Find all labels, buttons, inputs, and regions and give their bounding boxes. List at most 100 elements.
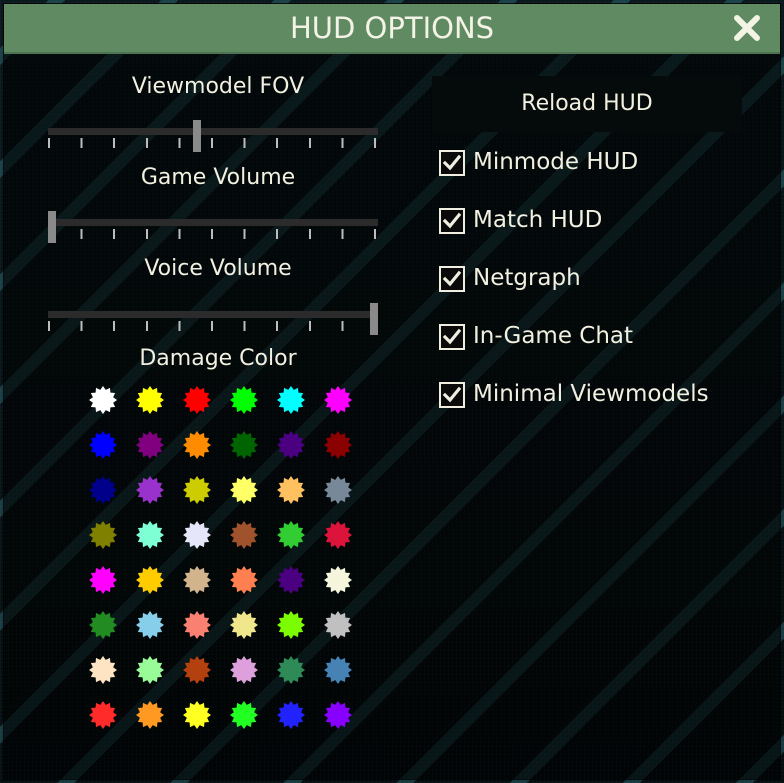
slider-track <box>48 219 378 226</box>
checkmark-icon <box>442 270 462 287</box>
starburst-icon <box>277 566 305 594</box>
color-swatch[interactable] <box>135 655 165 685</box>
color-swatch[interactable] <box>276 430 306 460</box>
checkbox-box[interactable] <box>439 208 465 234</box>
color-swatch[interactable] <box>135 565 165 595</box>
starburst-icon <box>89 611 117 639</box>
color-swatch[interactable] <box>182 700 212 730</box>
damage-color-palette <box>88 385 358 735</box>
checkmark-icon <box>442 154 462 171</box>
color-swatch[interactable] <box>88 610 118 640</box>
color-swatch[interactable] <box>88 700 118 730</box>
color-swatch[interactable] <box>229 475 259 505</box>
color-swatch[interactable] <box>276 565 306 595</box>
starburst-icon <box>230 566 258 594</box>
color-swatch[interactable] <box>88 475 118 505</box>
slider-thumb[interactable] <box>370 303 378 335</box>
color-swatch[interactable] <box>88 655 118 685</box>
starburst-icon <box>230 431 258 459</box>
color-swatch[interactable] <box>135 520 165 550</box>
voice-volume-slider[interactable] <box>48 303 378 337</box>
starburst-icon <box>230 611 258 639</box>
slider-thumb[interactable] <box>192 120 201 152</box>
starburst-icon <box>183 476 211 504</box>
checkbox-label: In-Game Chat <box>473 323 634 349</box>
color-swatch[interactable] <box>182 385 212 415</box>
slider-thumb[interactable] <box>48 211 56 243</box>
color-swatch[interactable] <box>229 385 259 415</box>
starburst-icon <box>324 386 352 414</box>
starburst-icon <box>89 566 117 594</box>
checkmark-icon <box>442 212 462 229</box>
checkmark-icon <box>442 386 462 403</box>
color-swatch[interactable] <box>323 565 353 595</box>
game-volume-slider[interactable] <box>48 211 378 245</box>
color-swatch[interactable] <box>135 475 165 505</box>
color-swatch[interactable] <box>323 385 353 415</box>
color-swatch[interactable] <box>229 430 259 460</box>
color-swatch[interactable] <box>276 655 306 685</box>
color-swatch[interactable] <box>323 610 353 640</box>
starburst-icon <box>277 611 305 639</box>
color-swatch[interactable] <box>182 610 212 640</box>
color-swatch[interactable] <box>182 475 212 505</box>
color-swatch[interactable] <box>135 385 165 415</box>
starburst-icon <box>136 476 164 504</box>
viewmodel-fov-label: Viewmodel FOV <box>131 74 305 99</box>
color-swatch[interactable] <box>182 430 212 460</box>
color-swatch[interactable] <box>182 565 212 595</box>
viewmodel-fov-slider[interactable] <box>48 120 378 154</box>
title-bar: HUD OPTIONS <box>4 4 780 54</box>
starburst-icon <box>277 701 305 729</box>
starburst-icon <box>136 701 164 729</box>
color-swatch[interactable] <box>229 700 259 730</box>
slider-track <box>48 311 378 318</box>
slider-track <box>48 128 378 135</box>
starburst-icon <box>183 656 211 684</box>
color-swatch[interactable] <box>135 610 165 640</box>
color-swatch[interactable] <box>229 610 259 640</box>
color-swatch[interactable] <box>88 430 118 460</box>
color-swatch[interactable] <box>276 520 306 550</box>
starburst-icon <box>136 386 164 414</box>
checkbox-box[interactable] <box>439 324 465 350</box>
checkbox-label: Match HUD <box>473 207 603 233</box>
color-swatch[interactable] <box>88 385 118 415</box>
starburst-icon <box>183 566 211 594</box>
reload-hud-button[interactable]: Reload HUD <box>432 76 742 132</box>
color-swatch[interactable] <box>323 655 353 685</box>
color-swatch[interactable] <box>229 565 259 595</box>
color-swatch[interactable] <box>229 520 259 550</box>
close-icon[interactable] <box>732 13 762 43</box>
color-swatch[interactable] <box>182 655 212 685</box>
starburst-icon <box>324 476 352 504</box>
starburst-icon <box>89 701 117 729</box>
checkbox-box[interactable] <box>439 382 465 408</box>
voice-volume-label: Voice Volume <box>144 256 292 281</box>
color-swatch[interactable] <box>135 430 165 460</box>
color-swatch[interactable] <box>229 655 259 685</box>
checkbox-box[interactable] <box>439 150 465 176</box>
starburst-icon <box>136 566 164 594</box>
color-swatch[interactable] <box>135 700 165 730</box>
damage-color-label: Damage Color <box>139 346 297 371</box>
color-swatch[interactable] <box>276 475 306 505</box>
color-swatch[interactable] <box>88 565 118 595</box>
starburst-icon <box>89 656 117 684</box>
starburst-icon <box>277 431 305 459</box>
color-swatch[interactable] <box>88 520 118 550</box>
color-swatch[interactable] <box>276 385 306 415</box>
starburst-icon <box>230 701 258 729</box>
checkbox-box[interactable] <box>439 266 465 292</box>
game-volume-label: Game Volume <box>140 165 296 190</box>
color-swatch[interactable] <box>323 430 353 460</box>
color-swatch[interactable] <box>276 700 306 730</box>
starburst-icon <box>89 476 117 504</box>
color-swatch[interactable] <box>323 520 353 550</box>
color-swatch[interactable] <box>323 700 353 730</box>
color-swatch[interactable] <box>323 475 353 505</box>
checkbox-label: Minmode HUD <box>473 149 639 175</box>
checkbox-label: Netgraph <box>473 265 581 291</box>
color-swatch[interactable] <box>276 610 306 640</box>
color-swatch[interactable] <box>182 520 212 550</box>
